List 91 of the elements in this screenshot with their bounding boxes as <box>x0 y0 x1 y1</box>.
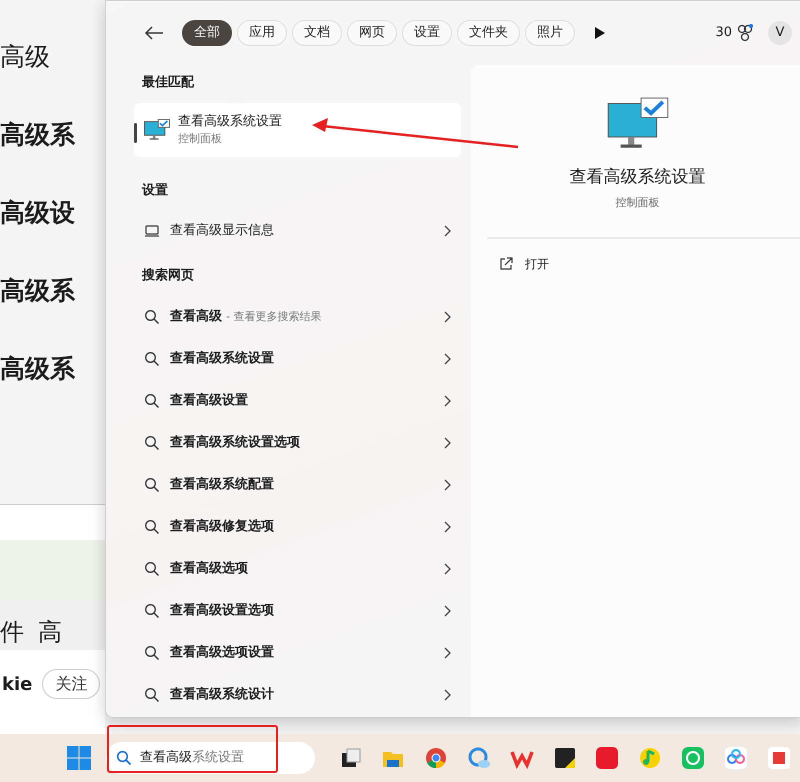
chevron-icon <box>443 520 451 532</box>
action-label: 打开 <box>525 256 549 273</box>
preview-title: 查看高级系统设置 <box>570 166 706 189</box>
filter-tab[interactable]: 应用 <box>237 20 287 46</box>
result-text: 查看高级 <box>170 308 222 324</box>
chevron-icon <box>443 394 451 406</box>
best-match-item[interactable]: 查看高级系统设置 控制面板 <box>134 102 461 156</box>
result-row[interactable]: 查看高级系统设置选项 <box>134 422 461 464</box>
heading-text: 高级 <box>0 41 51 74</box>
result-title: 查看高级系统设置 <box>178 112 282 130</box>
app-icon[interactable] <box>766 746 791 770</box>
filter-tab[interactable]: 照片 <box>525 20 575 46</box>
back-icon[interactable] <box>144 25 164 41</box>
filter-tab[interactable]: 全部 <box>182 20 232 46</box>
follow-button[interactable]: 关注 <box>42 669 100 699</box>
result-row[interactable]: 查看高级系统设计 <box>134 674 461 716</box>
search-icon <box>144 686 160 702</box>
search-icon <box>144 476 160 492</box>
chevron-icon <box>443 310 451 322</box>
search-icon <box>144 434 160 450</box>
avatar[interactable]: V <box>768 21 792 45</box>
heading-text: 高级系 <box>0 119 76 152</box>
chevron-icon <box>443 646 451 658</box>
result-text: 查看高级系统设计 <box>170 686 274 702</box>
cloud-icon[interactable] <box>466 746 491 770</box>
monitor-icon <box>606 97 668 151</box>
result-row[interactable]: 查看高级设置选项 <box>134 590 461 632</box>
heading-text: 高级系 <box>0 353 76 386</box>
result-text: 查看高级选项设置 <box>170 644 274 660</box>
chevron-icon <box>443 352 451 364</box>
points-count: 30 <box>715 24 732 42</box>
result-row[interactable]: 查看高级选项 <box>134 548 461 590</box>
result-text: 查看高级修复选项 <box>170 518 274 534</box>
result-row[interactable]: 查看高级选项设置 <box>134 632 461 674</box>
trophy-icon <box>737 24 753 42</box>
heading-text: 高级系 <box>0 275 76 308</box>
result-text: 查看高级设置选项 <box>170 602 274 618</box>
search-icon <box>144 560 160 576</box>
music-icon[interactable] <box>638 746 662 770</box>
result-row[interactable]: 查看高级系统配置 <box>134 464 461 506</box>
app-icon[interactable] <box>595 746 620 770</box>
browser-icon[interactable] <box>424 746 448 770</box>
filter-tab[interactable]: 设置 <box>402 20 452 46</box>
chevron-icon <box>443 225 451 237</box>
result-text: 查看高级系统设置选项 <box>170 434 300 450</box>
taskbar-search-field[interactable]: 查看高级系统设置 <box>106 742 316 774</box>
tab-label[interactable]: 件 <box>0 614 24 650</box>
result-row[interactable]: 查看高级 - 查看更多搜索结果 <box>134 296 461 338</box>
result-row[interactable]: 查看高级系统设置 <box>134 338 461 380</box>
chevron-icon <box>443 478 451 490</box>
search-suggestion: 系统设置 <box>192 750 244 766</box>
result-row[interactable]: 查看高级修复选项 <box>134 506 461 548</box>
cloud-drive-icon[interactable] <box>724 746 748 770</box>
result-text: 查看高级选项 <box>170 560 248 576</box>
result-text: 查看高级系统设置 <box>170 350 274 366</box>
tab-label[interactable]: 高 <box>38 614 62 650</box>
result-row[interactable]: 查看高级设置 <box>134 380 461 422</box>
result-row[interactable]: 查看高级显示信息 <box>134 210 461 252</box>
section-header: 设置 <box>140 182 169 200</box>
sticky-note-icon[interactable] <box>552 746 577 770</box>
monitor-icon <box>144 118 170 140</box>
result-subtitle: 控制面板 <box>178 131 223 147</box>
chevron-icon <box>443 436 451 448</box>
search-query: 查看高级 <box>140 750 192 766</box>
play-icon[interactable] <box>592 26 606 40</box>
open-action[interactable]: 打开 <box>471 239 800 289</box>
chat-icon[interactable] <box>681 746 706 770</box>
search-icon <box>144 602 160 618</box>
filter-tab[interactable]: 文件夹 <box>457 20 520 46</box>
section-header: 最佳匹配 <box>141 74 196 92</box>
chevron-icon <box>443 562 451 574</box>
chevron-icon <box>443 604 451 616</box>
search-icon <box>144 644 160 660</box>
search-icon <box>144 392 160 408</box>
user-name: kie <box>2 672 32 696</box>
external-link-icon <box>499 257 513 271</box>
result-text: 查看高级设置 <box>170 392 248 408</box>
search-icon <box>116 750 132 766</box>
filter-tab[interactable]: 网页 <box>347 20 397 46</box>
search-icon <box>144 350 160 366</box>
result-text: 查看高级系统配置 <box>170 476 274 492</box>
result-text: 查看高级显示信息 <box>170 223 274 238</box>
section-header: 搜索网页 <box>140 266 195 285</box>
preview-subtitle: 控制面板 <box>616 194 660 210</box>
search-icon <box>144 518 160 534</box>
search-icon <box>144 308 160 324</box>
laptop-icon <box>144 223 160 239</box>
chevron-icon <box>443 688 451 700</box>
result-hint: - 查看更多搜索结果 <box>226 310 322 323</box>
heading-text: 高级设 <box>0 197 76 230</box>
filter-tab[interactable]: 文档 <box>292 20 342 46</box>
